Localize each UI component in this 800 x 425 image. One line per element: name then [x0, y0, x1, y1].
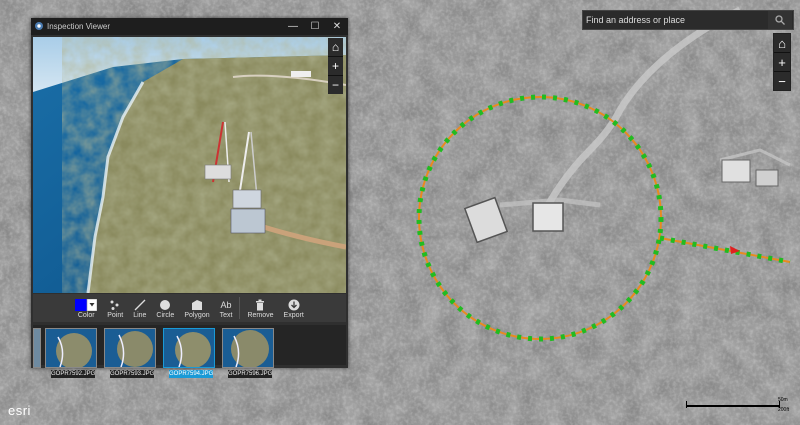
color-swatch-icon	[75, 297, 98, 312]
plus-icon: +	[778, 54, 786, 70]
esri-logo: esri	[8, 403, 31, 418]
map-zoom-in-button[interactable]: +	[774, 53, 790, 72]
thumbnail-item[interactable]: GOPR7592.JPG	[45, 328, 97, 380]
home-icon: ⌂	[331, 40, 340, 54]
photo-controls: ⌂ + −	[328, 38, 343, 94]
download-icon	[288, 297, 300, 312]
inspection-viewer-window: Inspection Viewer — ☐ ✕ ⌂ + − Color Poin…	[31, 18, 348, 378]
point-tool[interactable]: Point	[107, 297, 123, 322]
scale-label-metric: 50m	[778, 397, 788, 403]
polygon-tool-label: Polygon	[184, 312, 210, 319]
thumbnail-item[interactable]: GOPR7593.JPG	[104, 328, 156, 380]
inspection-photo[interactable]	[33, 37, 346, 293]
polygon-icon	[191, 297, 203, 312]
remove-tool-label: Remove	[247, 312, 274, 319]
point-tool-label: Point	[107, 312, 124, 319]
text-icon: Ab	[220, 299, 232, 310]
point-icon	[109, 297, 121, 312]
minimize-button[interactable]: —	[282, 21, 304, 32]
search-button[interactable]	[768, 11, 792, 29]
search-box	[582, 10, 794, 30]
close-button[interactable]: ✕	[326, 21, 348, 32]
thumbnail-item[interactable]: GOPR7596.JPG	[222, 328, 274, 380]
map-controls: ⌂ + −	[773, 33, 791, 91]
photo-zoom-in-button[interactable]: +	[328, 57, 343, 76]
thumbnail-partial[interactable]	[33, 328, 41, 368]
thumbnail-label: GOPR7594.JPG	[169, 370, 214, 378]
map-zoom-out-button[interactable]: −	[774, 72, 790, 90]
thumbnail-label: GOPR7592.JPG	[51, 370, 96, 378]
viewer-titlebar[interactable]: Inspection Viewer — ☐ ✕	[31, 18, 348, 35]
annotation-toolbar: Color Point Line Circle Polygon Ab Text …	[33, 294, 346, 322]
app-logo-icon	[31, 21, 47, 33]
maximize-button[interactable]: ☐	[304, 21, 326, 32]
thumbnail-label: GOPR7593.JPG	[110, 370, 155, 378]
home-icon: ⌂	[778, 35, 786, 51]
minus-icon: −	[331, 78, 339, 92]
search-icon	[775, 15, 785, 25]
map-home-button[interactable]: ⌂	[774, 34, 790, 53]
circle-tool[interactable]: Circle	[156, 297, 174, 322]
scale-label-imperial: 200ft	[778, 407, 790, 413]
circle-tool-label: Circle	[156, 312, 175, 319]
plus-icon: +	[331, 59, 339, 73]
photo-home-button[interactable]: ⌂	[328, 38, 343, 57]
line-tool-label: Line	[133, 312, 147, 319]
circle-icon	[159, 297, 171, 312]
search-input[interactable]	[583, 14, 768, 26]
photo-zoom-out-button[interactable]: −	[328, 76, 343, 94]
thumbnail-label: GOPR7596.JPG	[228, 370, 273, 378]
scale-bar: 50m 200ft	[686, 397, 790, 413]
polygon-tool[interactable]: Polygon	[184, 297, 210, 322]
text-tool-label: Text	[219, 312, 233, 319]
color-tool[interactable]: Color	[75, 297, 98, 322]
minus-icon: −	[778, 73, 786, 89]
thumbnail-strip: GOPR7592.JPG GOPR7593.JPG GOPR7594.JPG G…	[33, 325, 346, 378]
toolbar-divider	[239, 297, 241, 319]
thumbnail-item-selected[interactable]: GOPR7594.JPG	[163, 328, 215, 380]
text-tool[interactable]: Ab Text	[220, 297, 233, 322]
line-tool[interactable]: Line	[133, 297, 146, 322]
export-tool[interactable]: Export	[284, 297, 304, 322]
remove-tool[interactable]: Remove	[247, 297, 274, 322]
viewer-title: Inspection Viewer	[47, 22, 110, 31]
line-icon	[134, 297, 146, 312]
color-tool-label: Color	[77, 312, 95, 319]
export-tool-label: Export	[283, 312, 304, 319]
trash-icon	[255, 297, 265, 312]
